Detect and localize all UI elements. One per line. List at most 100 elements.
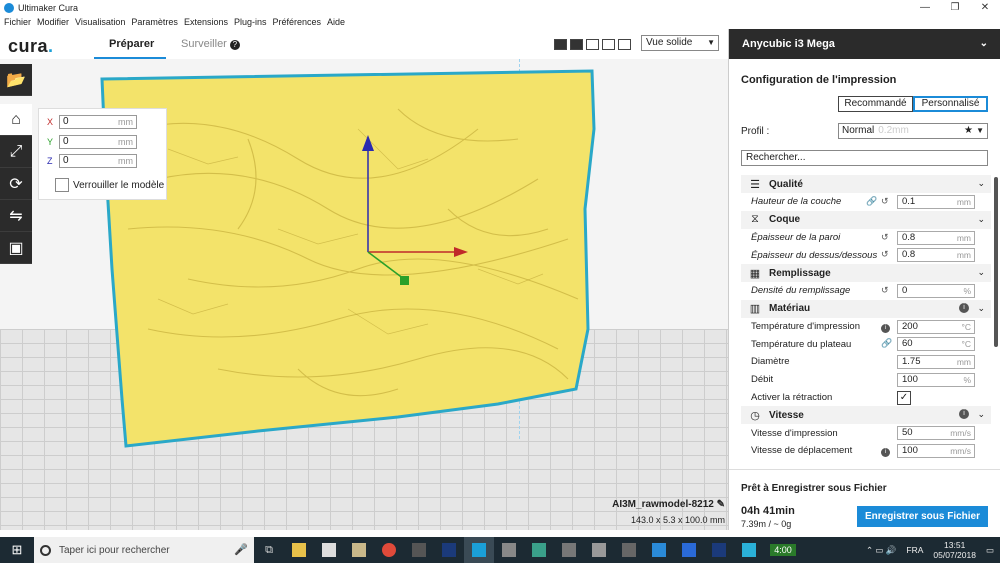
axis-y-handle xyxy=(400,276,409,285)
chrome-icon[interactable] xyxy=(374,537,404,563)
photoshop-icon-2[interactable] xyxy=(704,537,734,563)
save-to-file-button[interactable]: Enregistrer sous Fichier xyxy=(857,506,988,527)
minimize-button[interactable]: — xyxy=(910,0,940,15)
recommended-mode-button[interactable]: Recommandé xyxy=(838,96,913,112)
quality-title: Qualité xyxy=(769,178,803,190)
file-explorer-icon[interactable] xyxy=(284,537,314,563)
reset-icon[interactable]: ↺ xyxy=(881,285,889,296)
print-speed-input[interactable]: 50 mm/s xyxy=(897,426,975,441)
material-icon: ▥ xyxy=(749,303,761,316)
tab-monitor[interactable]: Surveiller? xyxy=(181,38,240,50)
settings-scrollbar[interactable] xyxy=(994,177,998,347)
app-icon-5[interactable] xyxy=(584,537,614,563)
reset-icon[interactable]: ↺ xyxy=(881,196,889,207)
info-icon[interactable]: i xyxy=(881,445,890,457)
x-input[interactable]: 0 mm xyxy=(59,115,137,129)
custom-mode-button[interactable]: Personnalisé xyxy=(913,96,988,112)
scale-tool-icon[interactable]: ⤢ xyxy=(0,136,32,168)
menu-visualisation[interactable]: Visualisation xyxy=(75,17,125,27)
y-input[interactable]: 0 mm xyxy=(59,135,137,149)
photoshop-icon[interactable] xyxy=(434,537,464,563)
per-model-settings-icon[interactable]: ▣ xyxy=(0,232,32,264)
view-left-icon[interactable] xyxy=(602,39,615,50)
microphone-icon[interactable]: 🎤 xyxy=(234,543,248,556)
3d-viewport[interactable]: 📂 ⌂ ⤢ ⟳ ⇋ ▣ X 0 mm Y 0 mm Z 0 mm Verrouille… xyxy=(0,59,728,530)
menu-extensions[interactable]: Extensions xyxy=(184,17,228,27)
info-icon[interactable]: i xyxy=(959,409,969,420)
category-shell[interactable]: ⧖ Coque ⌄ xyxy=(741,210,991,229)
notifications-icon[interactable]: ▭ xyxy=(986,545,994,556)
wall-thickness-input[interactable]: 0.8 mm xyxy=(897,230,975,245)
task-view-icon[interactable]: ⧉ xyxy=(254,537,284,563)
menu-fichier[interactable]: Fichier xyxy=(4,17,31,27)
bed-temp-input[interactable]: 60 °C xyxy=(897,337,975,352)
menu-modifier[interactable]: Modifier xyxy=(37,17,69,27)
settings-search-input[interactable]: Rechercher... xyxy=(741,150,988,166)
open-file-icon[interactable]: 📂 xyxy=(0,64,32,96)
close-button[interactable]: ✕ xyxy=(970,0,1000,15)
calculator-icon[interactable] xyxy=(494,537,524,563)
bed-temp-value: 60 xyxy=(902,338,913,350)
star-icon[interactable]: ★ xyxy=(964,124,973,138)
view-front-icon[interactable] xyxy=(570,39,583,50)
app-icon-9[interactable] xyxy=(734,537,764,563)
diameter-input[interactable]: 1.75 mm xyxy=(897,355,975,370)
category-infill[interactable]: ▦ Remplissage ⌄ xyxy=(741,264,991,283)
travel-speed-input[interactable]: 100 mm/s xyxy=(897,443,975,458)
layer-height-input[interactable]: 0.1 mm xyxy=(897,195,975,209)
clock[interactable]: 13:51 05/07/2018 xyxy=(933,540,976,560)
menu-aide[interactable]: Aide xyxy=(327,17,345,27)
window-controls: — ❐ ✕ xyxy=(910,0,1000,15)
reset-icon[interactable]: ↺ xyxy=(881,249,889,260)
language-indicator[interactable]: FRA xyxy=(906,545,923,555)
category-quality[interactable]: ☰ Qualité ⌄ xyxy=(741,175,991,193)
clock-date: 05/07/2018 xyxy=(933,550,976,560)
help-icon[interactable]: ? xyxy=(229,40,240,50)
printer-selector[interactable]: Anycubic i3 Mega ⌄ xyxy=(729,29,1000,59)
profile-select[interactable]: Normal 0.2mm ★ ▼ xyxy=(838,123,988,139)
mode-toggle: Recommandé Personnalisé xyxy=(838,96,988,112)
menu-parametres[interactable]: Paramètres xyxy=(131,17,178,27)
app-icon-6[interactable] xyxy=(614,537,644,563)
windows-start-icon[interactable]: ⊞ xyxy=(0,537,34,563)
category-speed[interactable]: ◷ Vitesse i ⌄ xyxy=(741,406,991,425)
view-top-icon[interactable] xyxy=(586,39,599,50)
app-icon-1[interactable] xyxy=(344,537,374,563)
app-icon-4[interactable] xyxy=(554,537,584,563)
lock-model-box[interactable] xyxy=(55,178,69,192)
view-3d-icon[interactable] xyxy=(554,39,567,50)
print-temp-input[interactable]: 200 °C xyxy=(897,319,975,334)
menu-plugins[interactable]: Plug-ins xyxy=(234,17,267,27)
app-icon-3[interactable] xyxy=(524,537,554,563)
top-bottom-thickness-input[interactable]: 0.8 mm xyxy=(897,248,975,263)
info-icon[interactable]: i xyxy=(959,302,969,313)
retraction-checkbox[interactable]: ✓ xyxy=(897,390,911,405)
rotate-tool-icon[interactable]: ⟳ xyxy=(0,168,32,200)
z-input[interactable]: 0 mm xyxy=(59,154,137,168)
timer-app[interactable]: 4:00 xyxy=(764,537,802,563)
view-mode-select[interactable]: Vue solide ▼ xyxy=(641,35,719,51)
maximize-button[interactable]: ❐ xyxy=(940,0,970,15)
app-icon-7[interactable] xyxy=(644,537,674,563)
taskbar-search-input[interactable]: Taper ici pour rechercher 🎤 xyxy=(34,537,254,563)
move-tool-icon[interactable]: ⌂ xyxy=(0,104,32,136)
info-icon[interactable]: i xyxy=(881,321,890,333)
store-icon[interactable] xyxy=(314,537,344,563)
mirror-tool-icon[interactable]: ⇋ xyxy=(0,200,32,232)
lock-model-checkbox[interactable]: Verrouiller le modèle xyxy=(55,178,164,192)
app-icon-2[interactable] xyxy=(404,537,434,563)
reset-icon[interactable]: ↺ xyxy=(881,232,889,243)
tray-icons[interactable]: ⌃ ▭ 🔊 xyxy=(866,545,896,556)
link-icon: 🔗 xyxy=(881,338,893,349)
cura-app-icon xyxy=(4,2,14,13)
tab-prepare[interactable]: Préparer xyxy=(109,38,154,50)
menu-preferences[interactable]: Préférences xyxy=(272,17,321,27)
pencil-icon[interactable]: ✎ xyxy=(717,499,725,510)
terrain-model[interactable] xyxy=(98,69,598,449)
category-material[interactable]: ▥ Matériau i ⌄ xyxy=(741,299,991,318)
app-icon-8[interactable] xyxy=(674,537,704,563)
view-right-icon[interactable] xyxy=(618,39,631,50)
infill-density-input[interactable]: 0% xyxy=(897,284,975,299)
cura-taskbar-icon[interactable] xyxy=(464,537,494,563)
flow-input[interactable]: 100% xyxy=(897,372,975,387)
